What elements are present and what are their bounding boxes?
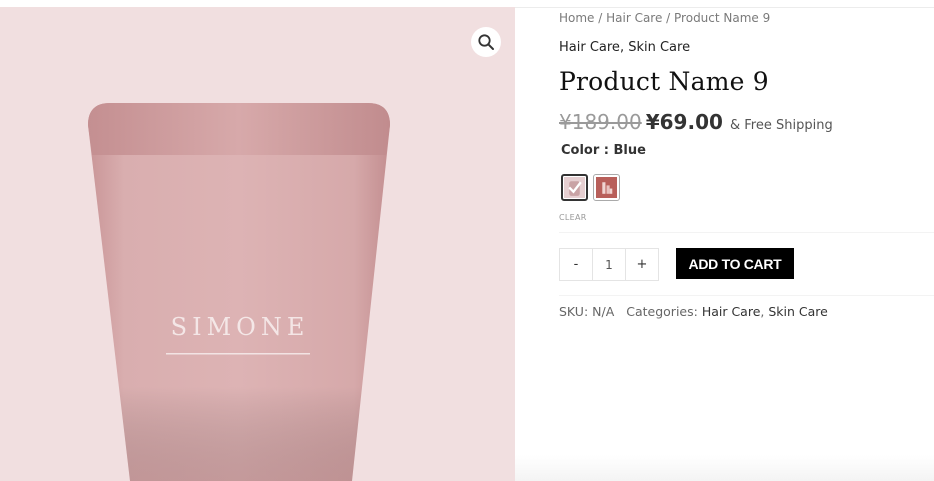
sale-price: ¥69.00	[645, 110, 723, 134]
swatch-second[interactable]	[593, 174, 620, 201]
categories-label: Categories:	[626, 304, 702, 319]
category-separator: ,	[619, 40, 629, 55]
swatch-blue[interactable]	[561, 174, 588, 201]
category-link-hair-care[interactable]: Hair Care	[559, 40, 620, 55]
old-price: ¥189.00	[559, 110, 642, 134]
quantity-minus-button[interactable]: -	[560, 249, 592, 280]
search-icon	[478, 34, 494, 50]
product-image[interactable]: SIMONE	[0, 7, 515, 481]
brand-underline	[166, 353, 310, 355]
swatch-thumbnail	[596, 177, 617, 198]
divider	[559, 295, 934, 296]
meta-category-skin-care[interactable]: Skin Care	[768, 304, 828, 319]
product-meta: SKU: N/A Categories: Hair Care, Skin Care	[559, 304, 828, 319]
category-link-skin-care[interactable]: Skin Care	[628, 40, 690, 55]
breadcrumb-separator: /	[662, 11, 675, 25]
breadcrumb-home[interactable]: Home	[559, 11, 594, 25]
product-tube-illustration: SIMONE	[88, 103, 390, 481]
divider	[559, 232, 934, 233]
brand-print: SIMONE	[171, 313, 310, 341]
color-label: Color : Blue	[561, 143, 646, 158]
sku-text: SKU: N/A	[559, 304, 615, 319]
breadcrumb-current: Product Name 9	[674, 11, 771, 25]
quantity-stepper: - +	[559, 248, 659, 281]
bottom-fade	[515, 455, 934, 481]
product-gallery[interactable]: SIMONE	[0, 7, 515, 481]
zoom-button[interactable]	[471, 27, 501, 57]
breadcrumb-separator: /	[594, 11, 607, 25]
clear-variation-link[interactable]: CLEAR	[559, 213, 587, 222]
swatch-thumbnail	[564, 177, 585, 198]
quantity-plus-button[interactable]: +	[626, 249, 658, 280]
color-swatches	[561, 174, 620, 201]
product-title: Product Name 9	[559, 67, 769, 96]
breadcrumb-category[interactable]: Hair Care	[606, 11, 662, 25]
meta-category-hair-care[interactable]: Hair Care	[702, 304, 761, 319]
shipping-note: & Free Shipping	[730, 118, 833, 133]
price-row: ¥189.00 ¥69.00 & Free Shipping	[559, 110, 833, 134]
breadcrumb: Home / Hair Care / Product Name 9	[559, 11, 770, 25]
product-summary: Home / Hair Care / Product Name 9 Hair C…	[559, 0, 934, 481]
add-to-cart-button[interactable]: ADD TO CART	[676, 248, 794, 279]
quantity-input[interactable]	[592, 249, 626, 280]
product-categories-top: Hair Care, Skin Care	[559, 40, 690, 55]
